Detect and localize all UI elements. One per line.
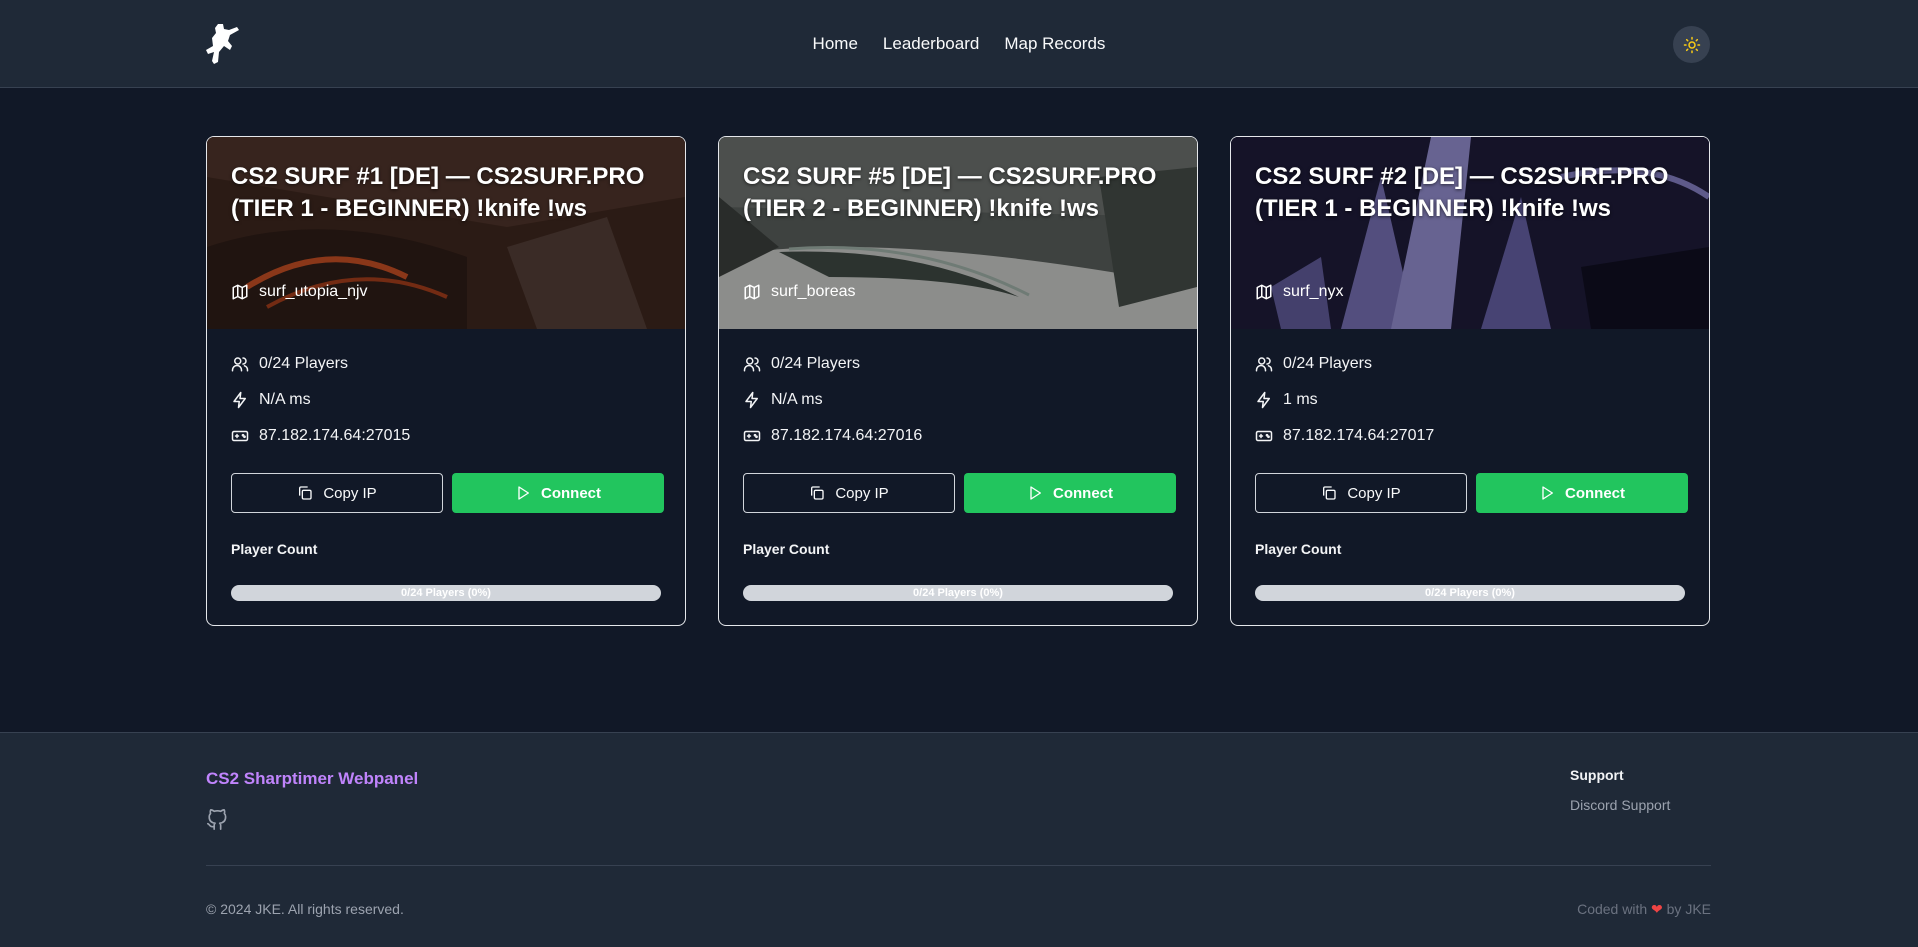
server-map: surf_utopia_njv xyxy=(231,283,368,301)
player-count-progress: 0/24 Players (0%) xyxy=(1255,585,1685,601)
server-title: CS2 SURF #1 [DE] — CS2SURF.PRO (TIER 1 -… xyxy=(231,163,645,222)
nav-map-records[interactable]: Map Records xyxy=(1004,34,1105,54)
player-count-heading: Player Count xyxy=(1255,541,1342,557)
ip-text: 87.182.174.64:27015 xyxy=(259,427,411,444)
ip-row: 87.182.174.64:27017 xyxy=(1255,427,1434,445)
map-icon xyxy=(744,284,760,300)
lightning-icon xyxy=(745,391,758,409)
nav-home[interactable]: Home xyxy=(813,34,858,54)
lightning-icon xyxy=(233,391,246,409)
copy-icon xyxy=(811,486,824,500)
map-icon xyxy=(1256,284,1272,300)
server-banner: CS2 SURF #5 [DE] — CS2SURF.PRO (TIER 2 -… xyxy=(719,137,1197,329)
progress-text: 0/24 Players (0%) xyxy=(401,587,491,599)
lightning-icon xyxy=(1257,391,1270,409)
server-map: surf_nyx xyxy=(1255,283,1343,301)
users-icon xyxy=(1255,357,1273,372)
copy-ip-button[interactable]: Copy IP xyxy=(231,473,443,513)
ping-text: 1 ms xyxy=(1283,391,1318,408)
top-header: Home Leaderboard Map Records xyxy=(0,0,1918,88)
gamepad-icon xyxy=(743,430,761,442)
ip-row: 87.182.174.64:27015 xyxy=(231,427,410,445)
play-icon xyxy=(1030,486,1041,500)
play-icon xyxy=(1542,486,1553,500)
discord-support-link[interactable]: Discord Support xyxy=(1570,797,1670,813)
ping-row: N/A ms xyxy=(231,391,311,409)
play-icon xyxy=(518,486,529,500)
progress-text: 0/24 Players (0%) xyxy=(913,587,1003,599)
ping-text: N/A ms xyxy=(259,391,311,408)
player-count-progress: 0/24 Players (0%) xyxy=(231,585,661,601)
players-row: 0/24 Players xyxy=(743,355,860,373)
player-count-text: 0/24 Players xyxy=(259,355,348,372)
ping-row: 1 ms xyxy=(1255,391,1318,409)
server-banner: CS2 SURF #1 [DE] — CS2SURF.PRO (TIER 1 -… xyxy=(207,137,685,329)
sun-icon xyxy=(1683,36,1700,53)
main-nav: Home Leaderboard Map Records xyxy=(0,0,1918,88)
player-count-text: 0/24 Players xyxy=(1283,355,1372,372)
connect-button[interactable]: Connect xyxy=(964,473,1176,513)
server-banner: CS2 SURF #2 [DE] — CS2SURF.PRO (TIER 1 -… xyxy=(1231,137,1709,329)
ip-text: 87.182.174.64:27016 xyxy=(771,427,923,444)
server-title: CS2 SURF #5 [DE] — CS2SURF.PRO (TIER 2 -… xyxy=(743,163,1157,222)
copy-ip-label: Copy IP xyxy=(323,484,377,502)
site-footer: CS2 Sharptimer Webpanel Support Discord … xyxy=(0,732,1918,947)
server-card: CS2 SURF #5 [DE] — CS2SURF.PRO (TIER 2 -… xyxy=(718,136,1198,626)
ip-row: 87.182.174.64:27016 xyxy=(743,427,922,445)
player-count-heading: Player Count xyxy=(743,541,830,557)
server-card: CS2 SURF #2 [DE] — CS2SURF.PRO (TIER 1 -… xyxy=(1230,136,1710,626)
map-name: surf_utopia_njv xyxy=(259,283,368,300)
players-row: 0/24 Players xyxy=(1255,355,1372,373)
connect-button[interactable]: Connect xyxy=(1476,473,1688,513)
map-name: surf_boreas xyxy=(771,283,856,300)
nav-leaderboard[interactable]: Leaderboard xyxy=(883,34,979,54)
server-title: CS2 SURF #2 [DE] — CS2SURF.PRO (TIER 1 -… xyxy=(1255,163,1669,222)
players-row: 0/24 Players xyxy=(231,355,348,373)
connect-label: Connect xyxy=(1053,484,1113,502)
theme-toggle-button[interactable] xyxy=(1673,26,1710,63)
progress-text: 0/24 Players (0%) xyxy=(1425,587,1515,599)
copy-ip-label: Copy IP xyxy=(1347,484,1401,502)
heart-icon: ❤ xyxy=(1651,901,1663,917)
copy-ip-label: Copy IP xyxy=(835,484,889,502)
server-card: CS2 SURF #1 [DE] — CS2SURF.PRO (TIER 1 -… xyxy=(206,136,686,626)
copy-icon xyxy=(299,486,312,500)
users-icon xyxy=(743,357,761,372)
map-name: surf_nyx xyxy=(1283,283,1344,300)
player-count-progress: 0/24 Players (0%) xyxy=(743,585,1173,601)
player-count-heading: Player Count xyxy=(231,541,318,557)
gamepad-icon xyxy=(231,430,249,442)
server-map: surf_boreas xyxy=(743,283,856,301)
copy-ip-button[interactable]: Copy IP xyxy=(743,473,955,513)
footer-divider xyxy=(206,865,1711,866)
coded-prefix: Coded with xyxy=(1577,901,1648,917)
connect-label: Connect xyxy=(1565,484,1625,502)
ping-row: N/A ms xyxy=(743,391,823,409)
footer-brand: CS2 Sharptimer Webpanel xyxy=(206,769,419,788)
copy-ip-button[interactable]: Copy IP xyxy=(1255,473,1467,513)
copy-icon xyxy=(1323,486,1336,500)
coded-suffix: by JKE xyxy=(1666,901,1711,917)
ping-text: N/A ms xyxy=(771,391,823,408)
support-heading: Support xyxy=(1570,767,1624,783)
connect-button[interactable]: Connect xyxy=(452,473,664,513)
gamepad-icon xyxy=(1255,430,1273,442)
map-icon xyxy=(232,284,248,300)
connect-label: Connect xyxy=(541,484,601,502)
copyright-text: © 2024 JKE. All rights reserved. xyxy=(206,901,404,917)
ip-text: 87.182.174.64:27017 xyxy=(1283,427,1435,444)
coded-by-text: Coded with ❤ by JKE xyxy=(1480,901,1711,918)
github-icon[interactable] xyxy=(206,809,228,836)
player-count-text: 0/24 Players xyxy=(771,355,860,372)
users-icon xyxy=(231,357,249,372)
